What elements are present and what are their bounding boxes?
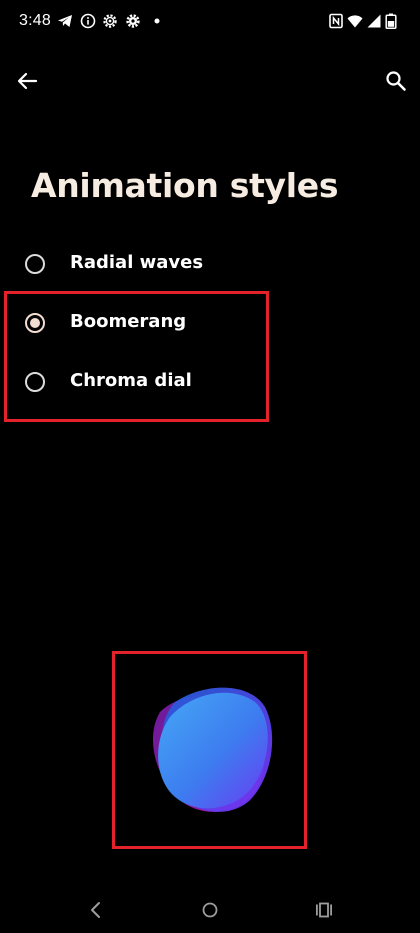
page-title: Animation styles: [31, 166, 339, 205]
nav-recents-icon: [312, 898, 336, 922]
animation-preview: [130, 672, 290, 832]
arrow-back-icon: [12, 66, 42, 96]
nav-back-button[interactable]: [84, 898, 108, 922]
info-icon: [80, 13, 96, 29]
battery-icon: [385, 13, 397, 29]
option-label: Chroma dial: [70, 370, 192, 391]
settings-icon: [125, 13, 141, 29]
settings-outline-icon: [102, 13, 118, 29]
nav-home-icon: [198, 898, 222, 922]
search-icon: [381, 66, 411, 96]
radio-button-unchecked[interactable]: [25, 254, 45, 274]
dot-icon: [149, 13, 165, 29]
status-time: 3:48: [19, 12, 51, 29]
status-bar: 3:48: [0, 0, 420, 44]
wifi-icon: [347, 13, 363, 29]
search-button[interactable]: [381, 66, 411, 96]
back-button[interactable]: [12, 66, 42, 96]
nav-recents-button[interactable]: [312, 898, 336, 922]
telegram-icon: [57, 13, 73, 29]
radio-button-checked[interactable]: [25, 313, 45, 333]
option-label: Radial waves: [70, 252, 204, 273]
option-label: Boomerang: [70, 311, 187, 332]
radio-button-unchecked[interactable]: [25, 372, 45, 392]
radio-selected-dot: [30, 318, 40, 328]
option-radial-waves[interactable]: Radial waves: [16, 241, 316, 287]
blob-animation-icon: [152, 687, 273, 812]
nfc-icon: [328, 13, 344, 29]
signal-icon: [366, 13, 382, 29]
nav-back-icon: [84, 898, 108, 922]
option-chroma-dial[interactable]: Chroma dial: [16, 359, 316, 405]
option-boomerang[interactable]: Boomerang: [16, 300, 316, 346]
nav-home-button[interactable]: [198, 898, 222, 922]
